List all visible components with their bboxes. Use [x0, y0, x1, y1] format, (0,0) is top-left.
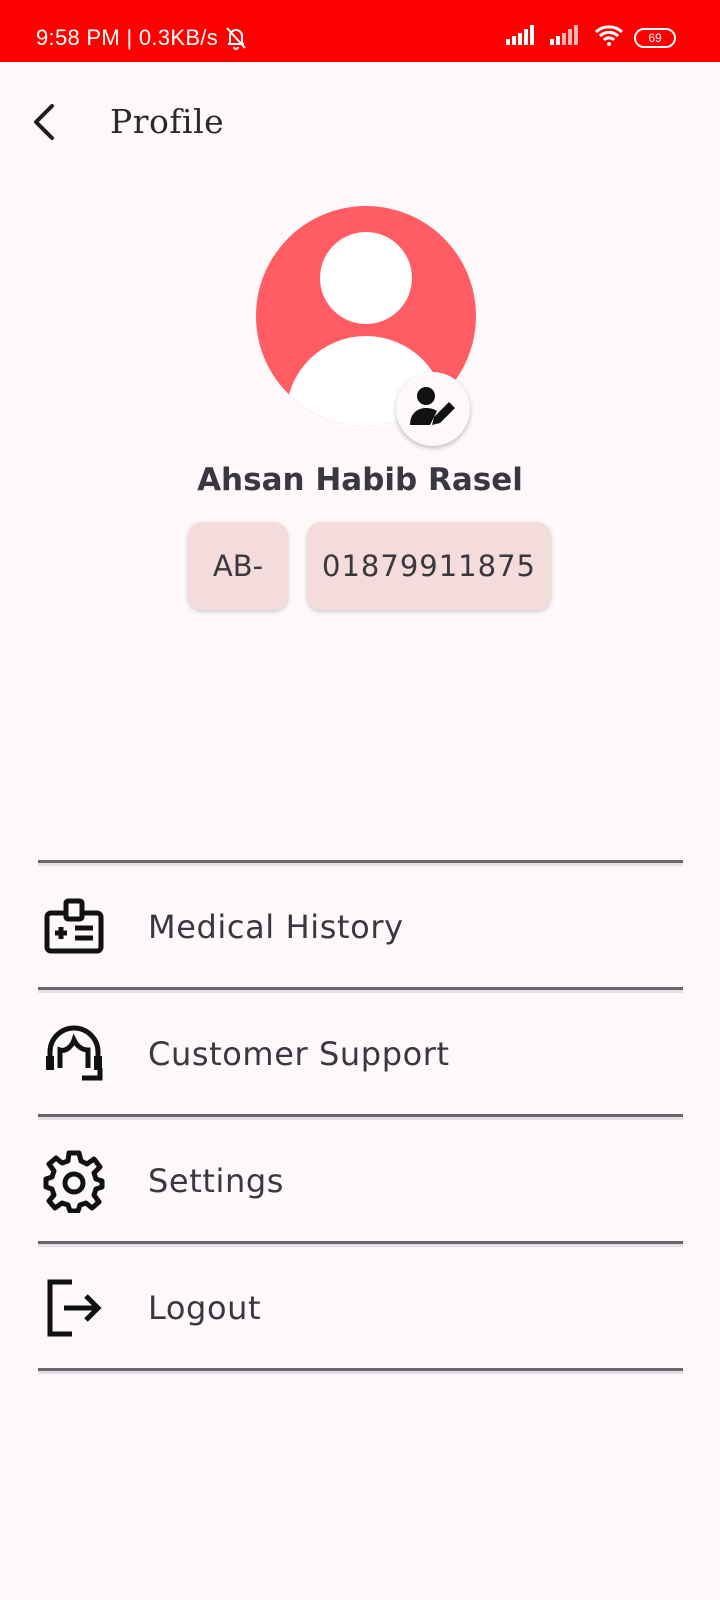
- blood-group-chip: AB-: [188, 522, 288, 610]
- status-right: 69: [506, 24, 676, 51]
- logout-icon: [42, 1276, 106, 1340]
- menu-item-settings[interactable]: Settings: [38, 1120, 683, 1241]
- menu-item-label: Customer Support: [148, 1034, 450, 1073]
- menu-item-medical-history[interactable]: Medical History: [38, 866, 683, 987]
- top-bar: Profile: [0, 62, 720, 182]
- user-edit-icon: [408, 385, 458, 433]
- back-button[interactable]: [20, 94, 68, 154]
- menu-item-label: Settings: [148, 1161, 285, 1200]
- medical-id-icon: [42, 895, 106, 959]
- menu-item-label: Medical History: [148, 907, 404, 946]
- gear-icon: [42, 1149, 106, 1213]
- status-time-speed: 9:58 PM | 0.3KB/s: [36, 25, 219, 50]
- wifi-icon: [594, 24, 624, 51]
- signal-icon: [506, 25, 540, 50]
- edit-profile-button[interactable]: [396, 372, 470, 446]
- page-title: Profile: [110, 102, 225, 141]
- signal-weak-icon: [550, 25, 584, 50]
- avatar-head-shape: [320, 232, 412, 324]
- phone-chip: 01879911875: [307, 522, 551, 610]
- menu-item-label: Logout: [148, 1288, 262, 1327]
- bell-muted-icon: [224, 25, 248, 51]
- status-bar: 9:58 PM | 0.3KB/s 69: [0, 0, 720, 62]
- support-agent-icon: [42, 1022, 106, 1086]
- battery-indicator: 69: [634, 27, 676, 48]
- user-name: Ahsan Habib Rasel: [197, 462, 523, 498]
- profile-menu: Medical History Customer Support Setting…: [38, 860, 683, 1374]
- menu-item-customer-support[interactable]: Customer Support: [38, 993, 683, 1114]
- divider: [38, 1368, 683, 1374]
- arrow-back-icon: [30, 102, 58, 146]
- status-left: 9:58 PM | 0.3KB/s: [36, 25, 248, 51]
- menu-item-logout[interactable]: Logout: [38, 1247, 683, 1368]
